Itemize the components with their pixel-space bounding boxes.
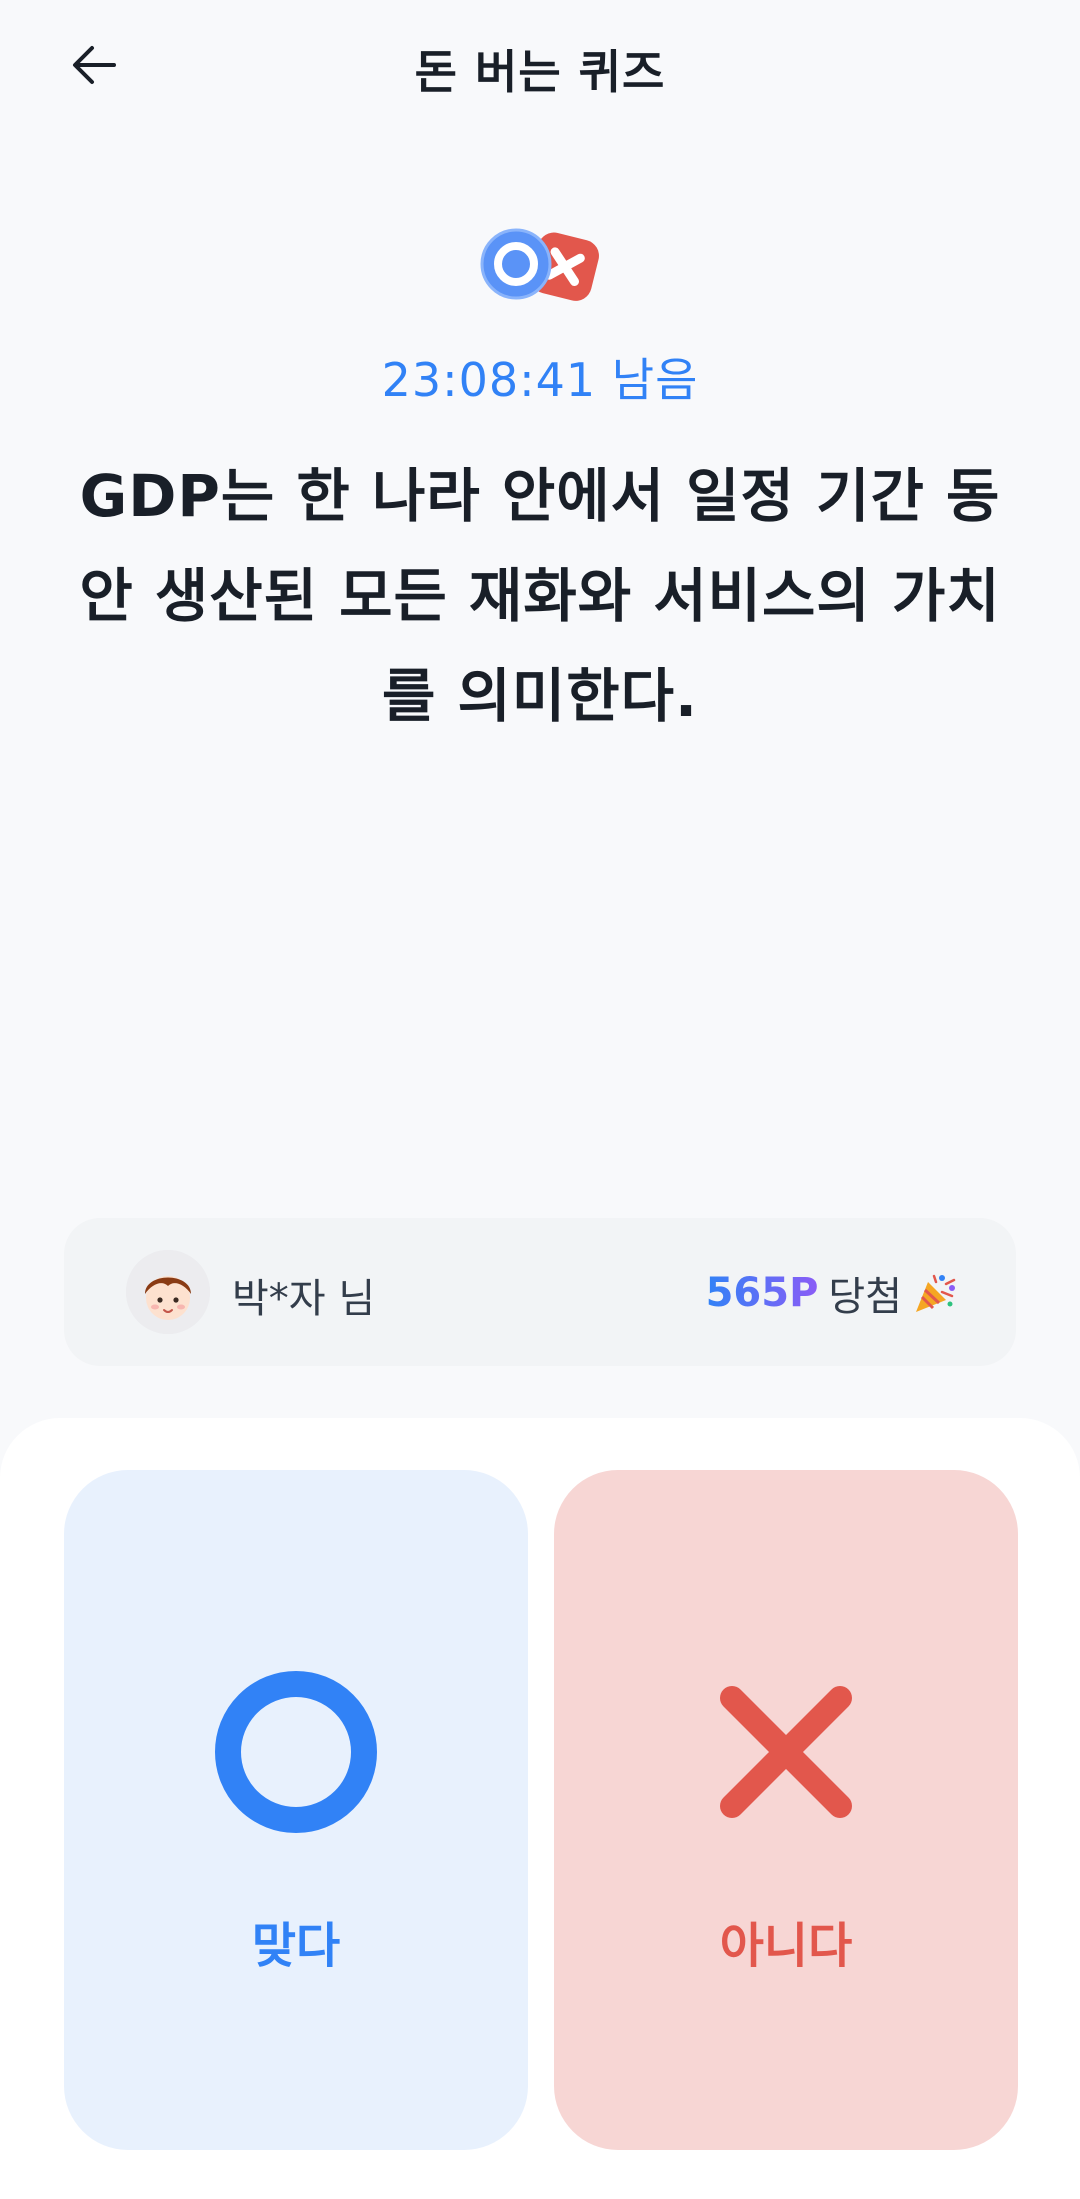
prize-suffix: 당첨 bbox=[828, 1274, 902, 1320]
prize-points: 565P bbox=[705, 1270, 819, 1316]
answer-no-label: 아니다 bbox=[719, 1918, 853, 1974]
quiz-question: GDP는 한 나라 안에서 일정 기간 동안 생산된 모든 재화와 서비스의 가… bbox=[79, 462, 1001, 730]
winner-banner: 박*자 님 565P 당첨 bbox=[64, 1218, 1016, 1366]
cross-x-icon bbox=[720, 1686, 852, 1818]
countdown-timer: 23:08:41 남음 bbox=[381, 353, 699, 407]
answer-no-button[interactable]: 아니다 bbox=[554, 1470, 1018, 2150]
page-title: 돈 버는 퀴즈 bbox=[414, 45, 666, 99]
party-popper-icon bbox=[916, 1274, 956, 1312]
answer-sheet: 맞다 아니다 bbox=[0, 1418, 1080, 2199]
quiz-screen: 돈 버는 퀴즈 23:08:41 남음 GDP는 한 나라 안에서 일정 기간 … bbox=[0, 0, 1080, 2199]
user-avatar-icon bbox=[126, 1250, 210, 1334]
circle-o-icon bbox=[215, 1671, 377, 1833]
ox-quiz-icon bbox=[480, 228, 599, 301]
answer-yes-label: 맞다 bbox=[251, 1918, 341, 1974]
header: 돈 버는 퀴즈 bbox=[0, 0, 1080, 130]
winner-name: 박*자 님 bbox=[232, 1276, 376, 1322]
answer-yes-button[interactable]: 맞다 bbox=[64, 1470, 528, 2150]
winner-prize: 565P 당첨 bbox=[706, 1264, 958, 1322]
